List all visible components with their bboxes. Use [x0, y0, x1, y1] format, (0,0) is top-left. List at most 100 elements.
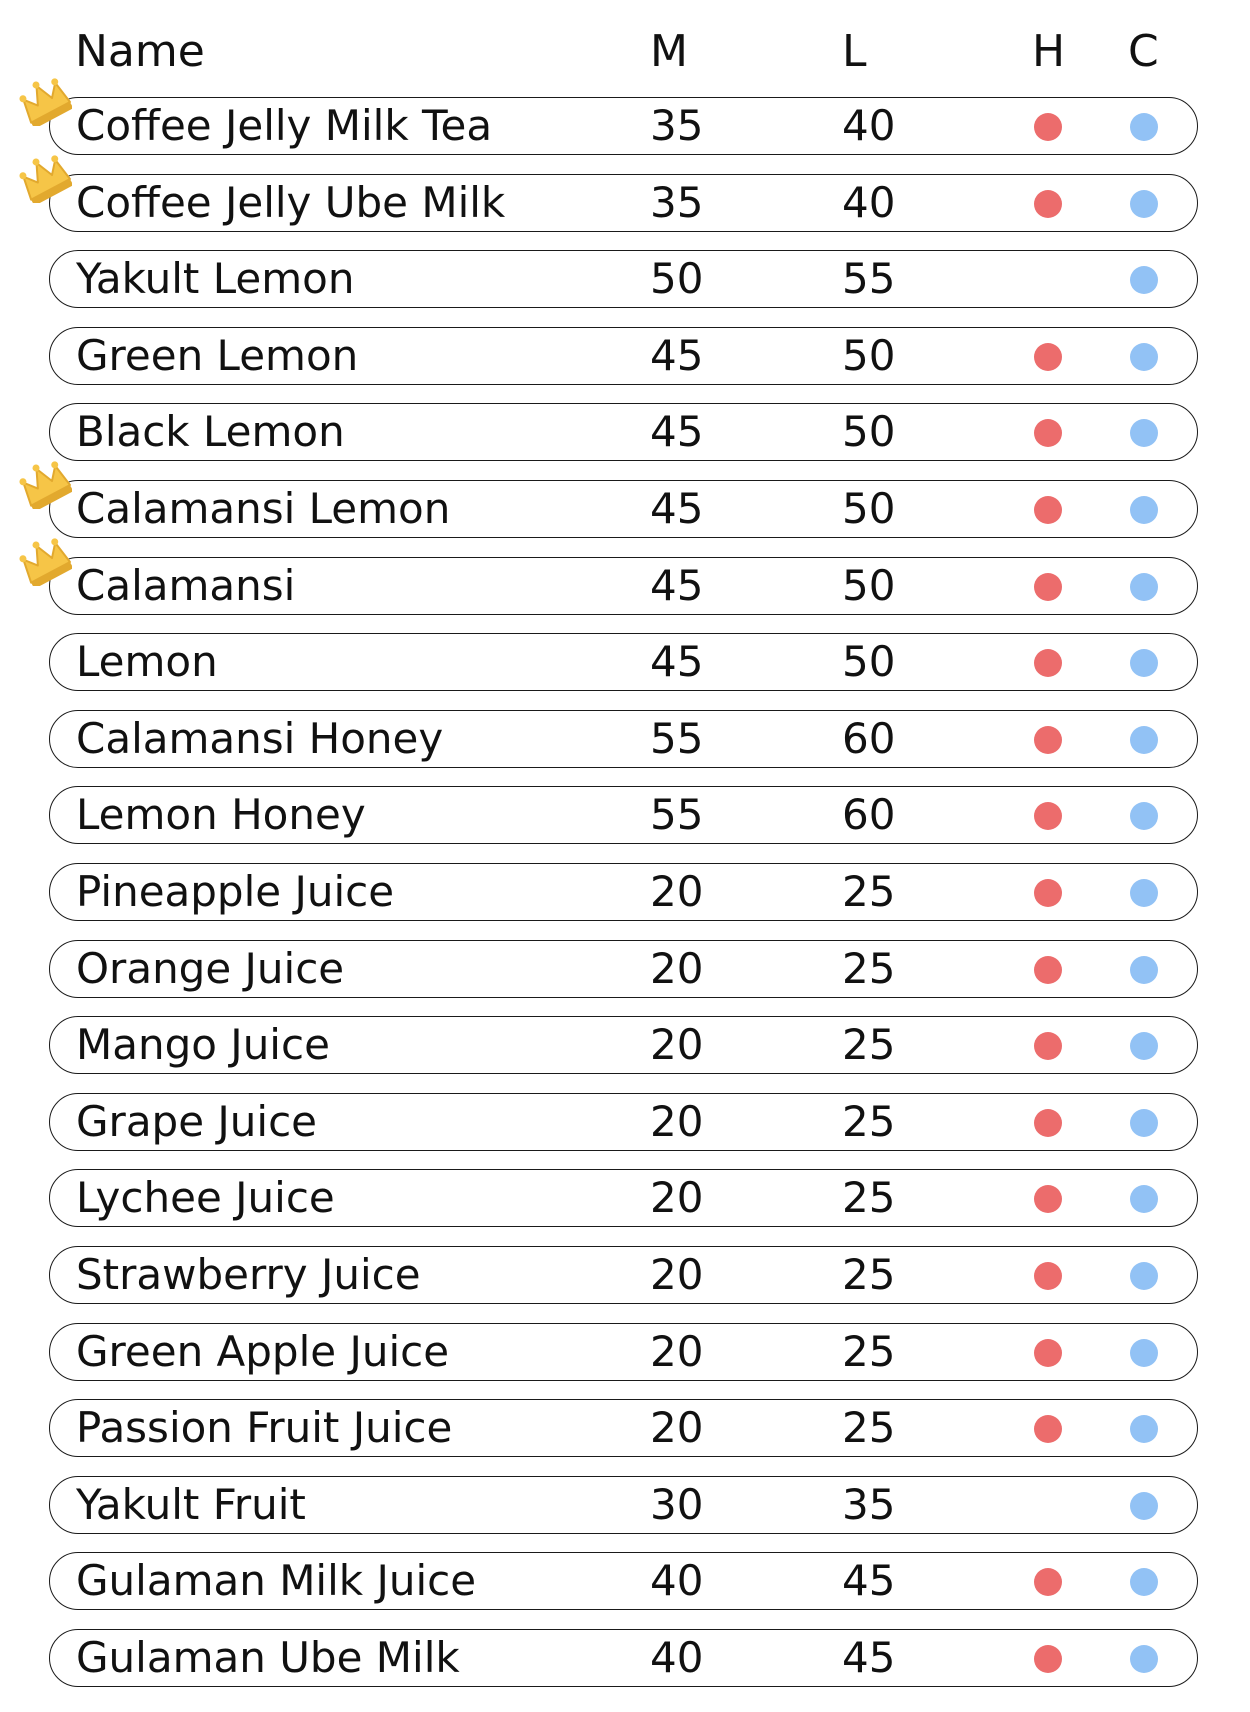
hot-dot-icon [1034, 419, 1062, 447]
hot-dot-icon [1034, 1262, 1062, 1290]
menu-row: Lemon Honey 55 60 [49, 786, 1198, 844]
item-name: Green Apple Juice [76, 1327, 450, 1376]
cold-dot-icon [1130, 726, 1158, 754]
cold-dot-icon [1130, 1109, 1158, 1137]
item-name: Yakult Fruit [76, 1480, 306, 1529]
menu-row: Gulaman Ube Milk 40 45 [49, 1629, 1198, 1687]
cold-dot-icon [1130, 1415, 1158, 1443]
item-name: Passion Fruit Juice [76, 1403, 453, 1452]
item-name: Yakult Lemon [76, 254, 355, 303]
menu-row: Yakult Fruit 30 35 [49, 1476, 1198, 1534]
menu-row: Green Lemon 45 50 [49, 327, 1198, 385]
price-large: 25 [842, 1327, 896, 1376]
price-medium: 50 [650, 254, 704, 303]
cold-dot-icon [1130, 190, 1158, 218]
price-large: 25 [842, 867, 896, 916]
cold-dot-icon [1130, 1339, 1158, 1367]
crown-icon [16, 151, 73, 206]
price-large: 25 [842, 1097, 896, 1146]
price-medium: 45 [650, 331, 704, 380]
hot-dot-icon [1034, 649, 1062, 677]
price-large: 60 [842, 790, 896, 839]
price-large: 25 [842, 1020, 896, 1069]
menu-row: Calamansi Lemon 45 50 [19, 461, 1198, 538]
cold-dot-icon [1130, 113, 1158, 141]
menu-row: Mango Juice 20 25 [49, 1016, 1198, 1074]
price-large: 25 [842, 944, 896, 993]
price-medium: 45 [650, 407, 704, 456]
hot-dot-icon [1034, 1032, 1062, 1060]
item-name: Black Lemon [76, 407, 345, 456]
cold-dot-icon [1130, 1032, 1158, 1060]
menu-row: Black Lemon 45 50 [49, 403, 1198, 461]
hot-dot-icon [1034, 113, 1062, 141]
price-large: 25 [842, 1250, 896, 1299]
menu-row: Yakult Lemon 50 55 [49, 250, 1198, 308]
cold-dot-icon [1130, 1262, 1158, 1290]
crown-icon [16, 74, 73, 129]
menu-row: Strawberry Juice 20 25 [49, 1246, 1198, 1304]
price-large: 50 [842, 561, 896, 610]
menu-row: Grape Juice 20 25 [49, 1093, 1198, 1151]
menu-row: Lemon 45 50 [49, 633, 1198, 691]
price-medium: 40 [650, 1633, 704, 1682]
menu-row: Calamansi Honey 55 60 [49, 710, 1198, 768]
cold-dot-icon [1130, 802, 1158, 830]
hot-dot-icon [1034, 1645, 1062, 1673]
hot-dot-icon [1034, 956, 1062, 984]
price-large: 45 [842, 1556, 896, 1605]
menu-row: Lychee Juice 20 25 [49, 1169, 1198, 1227]
menu-row: Calamansi 45 50 [19, 538, 1198, 615]
cold-dot-icon [1130, 266, 1158, 294]
price-large: 50 [842, 331, 896, 380]
hot-dot-icon [1034, 802, 1062, 830]
hot-dot-icon [1034, 879, 1062, 907]
hot-dot-icon [1034, 1109, 1062, 1137]
menu-row: Green Apple Juice 20 25 [49, 1323, 1198, 1381]
hot-dot-icon [1034, 1568, 1062, 1596]
price-medium: 45 [650, 561, 704, 610]
item-name: Gulaman Milk Juice [76, 1556, 477, 1605]
item-name: Strawberry Juice [76, 1250, 421, 1299]
crown-icon [16, 534, 73, 589]
price-medium: 45 [650, 484, 704, 533]
price-medium: 30 [650, 1480, 704, 1529]
price-large: 45 [842, 1633, 896, 1682]
crown-icon [16, 457, 73, 512]
menu-list: Coffee Jelly Milk Tea 35 40 Coffee Jelly Ub… [0, 0, 1250, 1712]
price-large: 60 [842, 714, 896, 763]
price-large: 40 [842, 101, 896, 150]
price-medium: 45 [650, 637, 704, 686]
hot-dot-icon [1034, 343, 1062, 371]
item-name: Coffee Jelly Ube Milk [76, 178, 506, 227]
price-large: 50 [842, 407, 896, 456]
hot-dot-icon [1034, 726, 1062, 754]
price-medium: 20 [650, 944, 704, 993]
price-large: 35 [842, 1480, 896, 1529]
item-name: Gulaman Ube Milk [76, 1633, 460, 1682]
menu-row: Coffee Jelly Milk Tea 35 40 [19, 78, 1198, 155]
price-medium: 20 [650, 1250, 704, 1299]
menu-row: Pineapple Juice 20 25 [49, 863, 1198, 921]
hot-dot-icon [1034, 1185, 1062, 1213]
cold-dot-icon [1130, 573, 1158, 601]
item-name: Coffee Jelly Milk Tea [76, 101, 493, 150]
menu-row: Orange Juice 20 25 [49, 940, 1198, 998]
price-large: 25 [842, 1173, 896, 1222]
menu-row: Gulaman Milk Juice 40 45 [49, 1552, 1198, 1610]
cold-dot-icon [1130, 956, 1158, 984]
item-name: Calamansi Lemon [76, 484, 451, 533]
price-medium: 35 [650, 101, 704, 150]
item-name: Calamansi [76, 561, 296, 610]
item-name: Pineapple Juice [76, 867, 395, 916]
menu-row: Coffee Jelly Ube Milk 35 40 [19, 155, 1198, 232]
price-medium: 55 [650, 714, 704, 763]
cold-dot-icon [1130, 1645, 1158, 1673]
price-large: 55 [842, 254, 896, 303]
cold-dot-icon [1130, 419, 1158, 447]
price-medium: 20 [650, 867, 704, 916]
price-medium: 20 [650, 1173, 704, 1222]
item-name: Green Lemon [76, 331, 359, 380]
price-large: 50 [842, 637, 896, 686]
hot-dot-icon [1034, 573, 1062, 601]
